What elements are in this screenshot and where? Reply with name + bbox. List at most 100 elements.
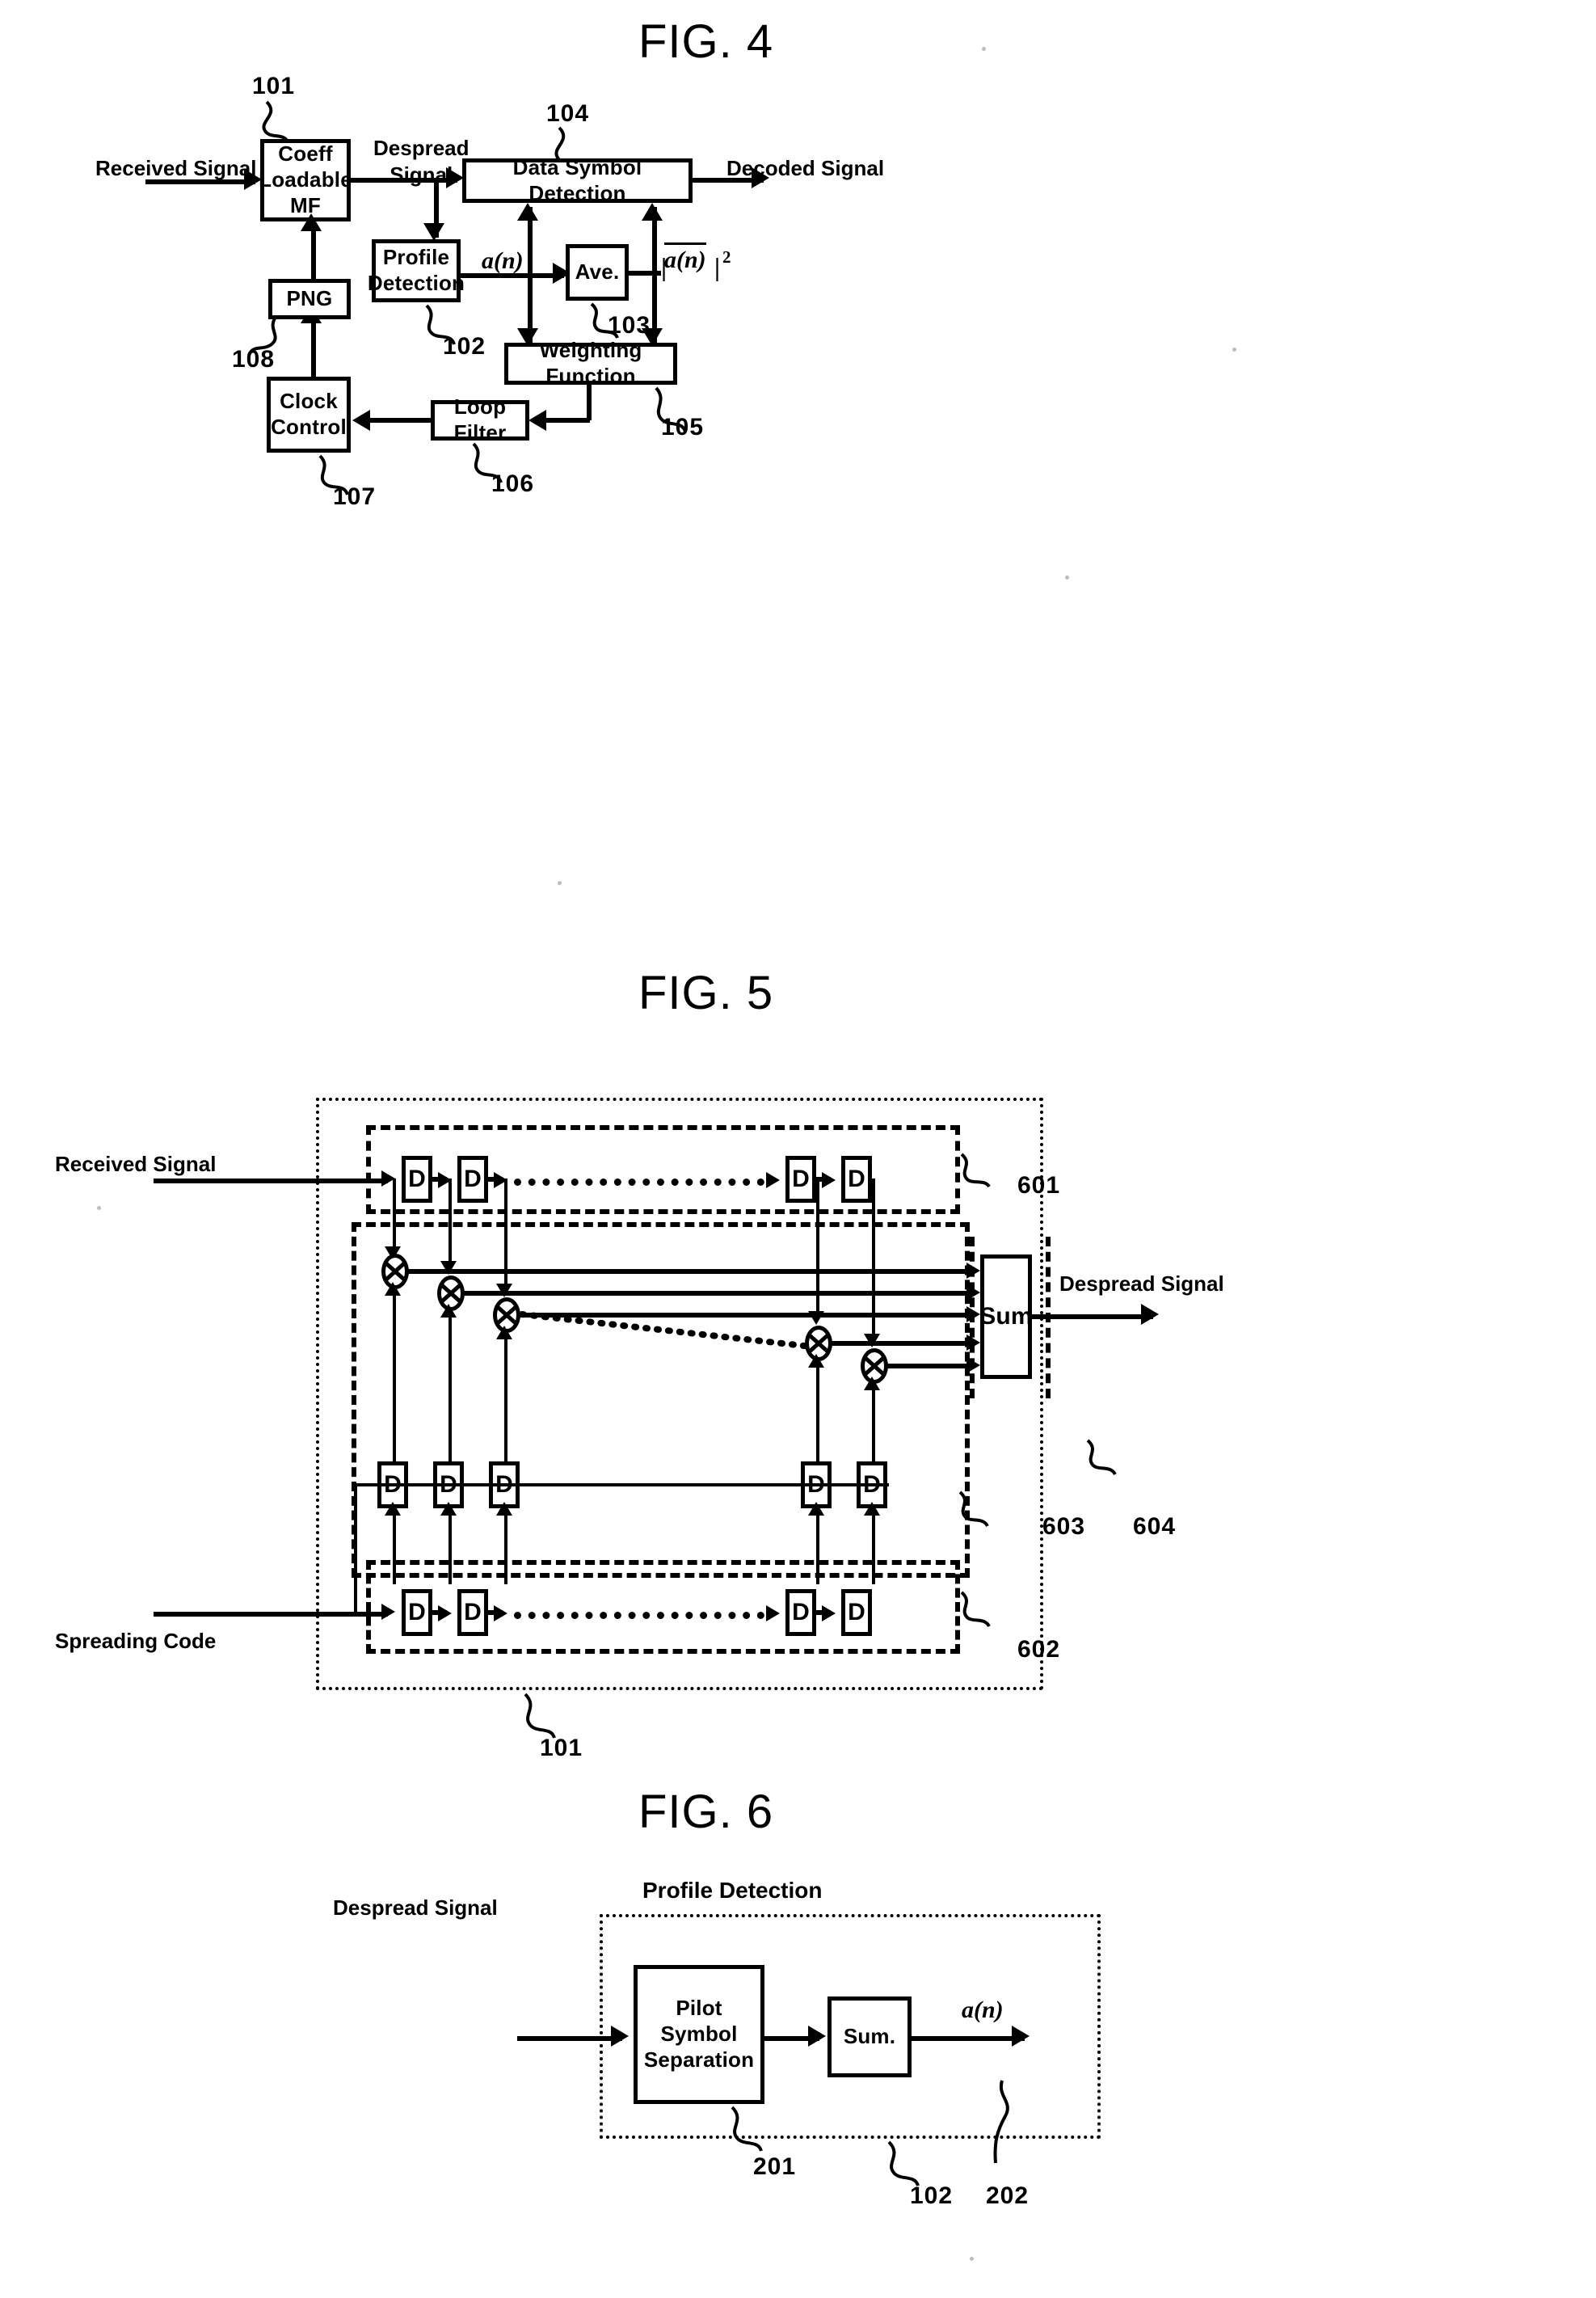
ave-block[interactable]: Ave. [566,244,629,301]
fig5-bottom-dotted-run [514,1612,764,1619]
fig4-ref-101: 101 [252,73,296,99]
d-label: D [848,1166,865,1192]
fig4-magnitude-squared-label: a(n) [664,242,706,274]
fig4-wf-dsd-left-line [528,207,533,343]
fig5-bottom-register-2: D [457,1589,488,1636]
fig5-coef-arrow-1 [385,1282,401,1296]
fig5-omitted-taps-dotted-diagonal [520,1311,815,1350]
fig6-despread-line [517,2036,622,2041]
fig5-coef-line-4 [816,1360,819,1464]
fig5-coef-arrow-3 [496,1326,512,1339]
fig4-received-signal-label: Received Signal [95,156,257,180]
fig5-top-link-1 [432,1177,447,1182]
fig4-lf-to-cc-line [365,418,433,423]
fig6-despread-arrowhead [611,2026,629,2047]
leader-101 [262,100,289,143]
fig4-wf-dsd-right-line [652,207,657,343]
png-block[interactable]: PNG [268,279,351,319]
fig6-a-of-n-label: a(n) [962,1997,1004,2023]
mag-bar-left: | [661,252,667,281]
leader-602 [960,1591,991,1628]
fig5-top-register-2: D [457,1156,488,1203]
fig5-coef-arrow-2 [440,1304,457,1318]
fig4-despread-line [351,178,457,183]
fig6-title: FIG. 6 [638,1786,774,1838]
fig4-wf-dsd-left-up-arrow [517,203,538,221]
fig4-wf-down-line [587,385,592,420]
d-label: D [792,1166,810,1192]
pilot-symbol-separation-block[interactable]: Pilot Symbol Separation [634,1965,764,2104]
fig4-loopfilter-in-arrowhead [528,410,546,431]
fig4-title: FIG. 4 [638,15,774,68]
fig4-ref-102: 102 [443,333,486,360]
fig5-bottom-register-4: D [841,1589,872,1636]
loop-filter-block[interactable]: Loop Filter [431,394,529,445]
profile-detection-label: Profile Detection [367,245,465,295]
fig5-coef-line-3 [504,1332,507,1463]
clock-control-block[interactable]: Clock Control [267,377,351,453]
clock-control-label: Clock Control [271,389,347,439]
fig6-sum-block[interactable]: Sum. [827,1997,912,2077]
scan-speck [1065,576,1069,580]
fig4-cc-to-png-line [311,315,316,378]
fig4-ref-108: 108 [232,346,276,373]
fig5-top-register-3: D [785,1156,816,1203]
coeff-loadable-mf-label: Coeff Loadable MF [259,141,352,217]
d-label: D [464,1599,482,1625]
d-label: D [408,1599,426,1625]
fig5-tap-line-2 [448,1179,452,1267]
scan-speck [1232,348,1236,352]
fig4-profile-in-arrowhead [423,223,444,241]
fig4-ref-106: 106 [491,470,535,497]
fig5-top-arrow-3 [766,1172,780,1188]
ave-label: Ave. [575,259,620,285]
pilot-symbol-separation-label: Pilot Symbol Separation [643,1996,755,2072]
fig5-block-603-dashed [352,1222,970,1578]
fig5-spreading-arrowhead [381,1604,395,1620]
fig5-bottom-arrow-1 [438,1605,452,1621]
fig5-coef-arrow-4 [808,1354,824,1368]
mag-exponent: 2 [722,247,731,267]
fig5-bottom-arrow-2 [494,1605,507,1621]
mag-bar-right: | [714,252,721,281]
fig5-sum-line-5 [886,1364,973,1368]
fig5-block-604-dashed-left [970,1237,1051,1398]
fig5-coef-line-1 [393,1288,396,1463]
coeff-loadable-mf-block[interactable]: Coeff Loadable MF [259,139,352,221]
fig6-an-arrowhead [1012,2026,1030,2047]
fig6-ref-102: 102 [910,2182,954,2209]
fig5-tap-line-1 [393,1179,396,1253]
fig5-ref-101: 101 [540,1735,583,1761]
fig5-bottom-feed-arrow-5 [864,1502,880,1516]
fig5-bottom-register-3: D [785,1589,816,1636]
leader-604 [1086,1439,1117,1476]
fig5-ref-602: 602 [1017,1636,1061,1663]
fig5-tap-line-4 [816,1179,819,1318]
leader-201 [731,2106,763,2152]
loop-filter-label: Loop Filter [453,394,507,445]
scan-speck [970,2257,974,2261]
fig5-top-dotted-run [514,1179,764,1186]
fig5-despread-arrowhead [1141,1304,1159,1325]
fig5-received-signal-label: Received Signal [55,1152,217,1176]
profile-detection-block[interactable]: Profile Detection [368,239,465,302]
d-label: D [848,1599,865,1625]
leader-102 [887,2140,920,2186]
fig5-spreading-code-label: Spreading Code [55,1629,217,1653]
fig5-spreading-line [154,1612,388,1617]
fig5-despread-signal-label: Despread Signal [1059,1271,1224,1296]
d-label: D [408,1166,426,1192]
fig4-a-of-n-label: a(n) [482,247,524,274]
fig5-sum-line-4 [831,1341,973,1346]
fig4-despread-arrowhead [446,167,464,188]
data-symbol-detection-block[interactable]: Data Symbol Detection [462,155,693,205]
scan-speck [97,1206,101,1210]
fig4-ref-107: 107 [333,483,377,510]
leader-601 [960,1153,991,1188]
d-label: D [464,1166,482,1192]
fig5-top-register-4: D [841,1156,872,1203]
fig5-sum-line-2 [463,1291,973,1296]
fig5-bottom-feed-arrow-3 [496,1502,512,1516]
weighting-function-block[interactable]: Weighting Function [504,338,677,388]
mag-expr: a(n) [664,247,706,273]
